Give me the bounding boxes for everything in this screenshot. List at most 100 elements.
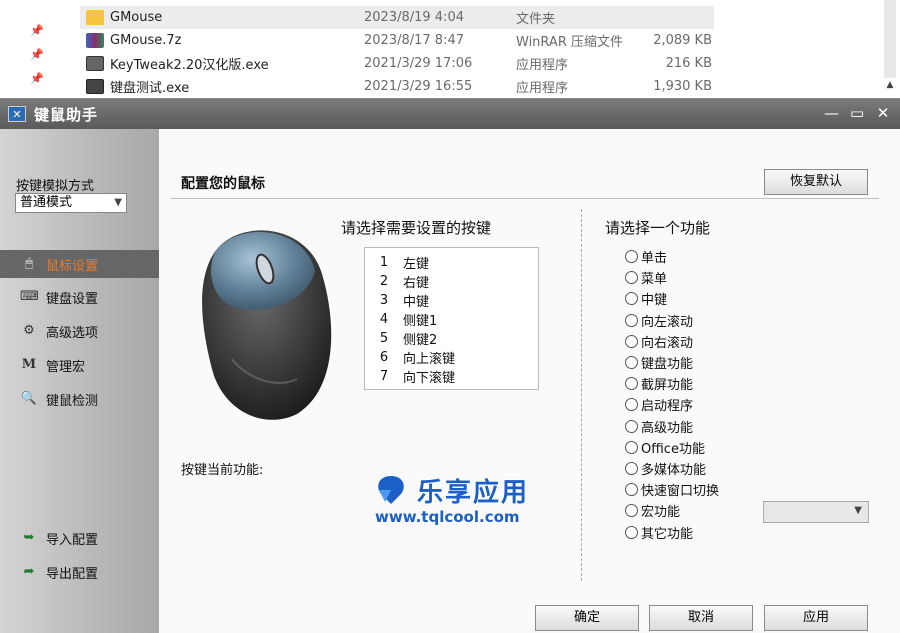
- radio-option[interactable]: 向右滚动: [625, 331, 719, 352]
- watermark-url: www.tqlcool.com: [375, 508, 520, 526]
- keyboard-app-icon: [86, 79, 104, 94]
- radio-label: 启动程序: [641, 399, 694, 415]
- radio-option[interactable]: 键盘功能: [625, 352, 719, 373]
- radio-option[interactable]: 单击: [625, 246, 719, 267]
- restore-defaults-button[interactable]: 恢复默认: [764, 169, 868, 195]
- mode-label: 按键模拟方式: [16, 179, 95, 194]
- scroll-up-arrow-icon[interactable]: ▲: [884, 80, 896, 94]
- radio-option[interactable]: 多媒体功能: [625, 458, 719, 479]
- file-type: 文件夹: [516, 12, 556, 27]
- key-number: 1: [379, 255, 389, 270]
- cancel-button[interactable]: 取消: [649, 605, 753, 631]
- list-item[interactable]: 3 中键: [365, 291, 538, 310]
- maximize-button[interactable]: ▭: [850, 105, 864, 121]
- radio-circle-icon: [625, 483, 638, 497]
- radio-option[interactable]: 宏功能: [625, 500, 719, 521]
- sidebar-item-keyboard-settings[interactable]: ⌨ 键盘设置: [0, 283, 159, 311]
- file-row[interactable]: KeyTweak2.20汉化版.exe 2021/3/29 17:06 应用程序…: [80, 52, 714, 75]
- radio-circle-icon: [625, 440, 638, 454]
- radio-circle-icon: [625, 377, 638, 391]
- radio-option[interactable]: 启动程序: [625, 394, 719, 415]
- vertical-scrollbar[interactable]: [884, 0, 896, 78]
- mode-select-value: 普通模式: [20, 195, 73, 210]
- file-name: GMouse.7z: [110, 33, 182, 48]
- radio-option[interactable]: 高级功能: [625, 416, 719, 437]
- mode-select[interactable]: 普通模式 ▼: [15, 193, 127, 213]
- watermark: 乐享应用 www.tqlcool.com: [373, 474, 553, 529]
- radio-circle-icon: [625, 504, 638, 518]
- radio-circle-icon: [625, 313, 638, 327]
- list-item[interactable]: 5 侧键2: [365, 329, 538, 348]
- radio-circle-icon: [625, 250, 638, 264]
- radio-circle-icon: [625, 334, 638, 348]
- title-bar[interactable]: ✕ 键鼠助手 — ▭ ✕: [0, 99, 900, 129]
- close-button[interactable]: ✕: [876, 105, 890, 121]
- radio-option[interactable]: 快速窗口切换: [625, 479, 719, 500]
- divider: [581, 209, 582, 581]
- sidebar-item-mouse-settings[interactable]: 🖱 鼠标设置: [0, 250, 159, 278]
- apply-button[interactable]: 应用: [764, 605, 868, 631]
- radio-label: 向左滚动: [641, 314, 694, 330]
- radio-option[interactable]: Office功能: [625, 437, 719, 458]
- sidebar-item-detect[interactable]: 🔍 键鼠检测: [0, 385, 159, 413]
- list-item[interactable]: 7 向下滚键: [365, 367, 538, 386]
- file-row[interactable]: GMouse 2023/8/19 4:04 文件夹: [80, 6, 714, 29]
- radio-label: 中键: [641, 293, 668, 309]
- radio-label: Office功能: [641, 441, 705, 457]
- sidebar-item-label: 高级选项: [46, 325, 99, 341]
- keys-title: 请选择需要设置的按键: [341, 219, 492, 237]
- file-row[interactable]: GMouse.7z 2023/8/17 8:47 WinRAR 压缩文件 2,0…: [80, 29, 714, 52]
- file-size: 1,930 KB: [653, 79, 712, 94]
- macro-m-icon: M: [21, 357, 37, 372]
- export-config-button[interactable]: ➦ 导出配置: [0, 558, 159, 586]
- radio-option[interactable]: 向左滚动: [625, 310, 719, 331]
- key-number: 4: [379, 312, 389, 327]
- key-label: 向上滚键: [403, 352, 456, 367]
- mouse-illustration: [202, 230, 332, 420]
- key-label: 侧键1: [403, 314, 438, 329]
- radio-label: 高级功能: [641, 420, 694, 436]
- sidebar-item-label: 键盘设置: [46, 291, 99, 307]
- pin-icon: 📌: [30, 72, 44, 85]
- sidebar-item-macros[interactable]: M 管理宏: [0, 351, 159, 379]
- file-row[interactable]: 键盘测试.exe 2021/3/29 16:55 应用程序 1,930 KB: [80, 75, 714, 98]
- function-detail-select[interactable]: ▼: [763, 501, 869, 523]
- ok-button[interactable]: 确定: [535, 605, 639, 631]
- keyboard-app-icon: [86, 56, 104, 71]
- chevron-down-icon: ▼: [854, 505, 862, 516]
- file-name: KeyTweak2.20汉化版.exe: [110, 58, 269, 73]
- key-list[interactable]: 1 左键 2 右键 3 中键 4 侧键1 5 侧键2 6 向上滚键 7 向下滚键: [364, 247, 539, 390]
- sidebar-item-label: 导出配置: [46, 566, 99, 582]
- radio-label: 快速窗口切换: [641, 484, 720, 500]
- key-number: 5: [379, 331, 389, 346]
- list-item[interactable]: 4 侧键1: [365, 310, 538, 329]
- key-number: 3: [379, 293, 389, 308]
- radio-circle-icon: [625, 271, 638, 285]
- sidebar-item-label: 键鼠检测: [46, 393, 99, 409]
- radio-option[interactable]: 中键: [625, 288, 719, 309]
- file-name: GMouse: [110, 10, 163, 25]
- radio-option[interactable]: 其它功能: [625, 521, 719, 542]
- key-label: 左键: [403, 257, 430, 272]
- file-date: 2021/3/29 16:55: [364, 79, 473, 94]
- folder-icon: [86, 10, 104, 25]
- file-date: 2023/8/19 4:04: [364, 10, 464, 25]
- radio-option[interactable]: 截屏功能: [625, 373, 719, 394]
- function-title: 请选择一个功能: [605, 219, 711, 237]
- list-item[interactable]: 1 左键: [365, 253, 538, 272]
- import-config-button[interactable]: ➥ 导入配置: [0, 524, 159, 552]
- sidebar-item-label: 管理宏: [46, 359, 86, 375]
- radio-option[interactable]: 菜单: [625, 267, 719, 288]
- file-name: 键盘测试.exe: [110, 81, 190, 96]
- function-radio-group: 单击 菜单 中键 向左滚动 向右滚动 键盘功能 截屏功能 启动程序 高级功能 O…: [625, 246, 719, 543]
- list-item[interactable]: 2 右键: [365, 272, 538, 291]
- list-item[interactable]: 6 向上滚键: [365, 348, 538, 367]
- watermark-text: 乐享应用: [417, 478, 530, 508]
- file-date: 2023/8/17 8:47: [364, 33, 464, 48]
- main-panel: 配置您的鼠标 恢复默认 请选择需要设置的按键 1 左键 2 右键 3 中键 4 …: [159, 129, 900, 633]
- radio-label: 键盘功能: [641, 357, 694, 373]
- watermark-logo-icon: [378, 476, 404, 504]
- sidebar-item-advanced[interactable]: ⚙ 高级选项: [0, 317, 159, 345]
- sidebar-item-label: 导入配置: [46, 532, 99, 548]
- minimize-button[interactable]: —: [824, 105, 839, 121]
